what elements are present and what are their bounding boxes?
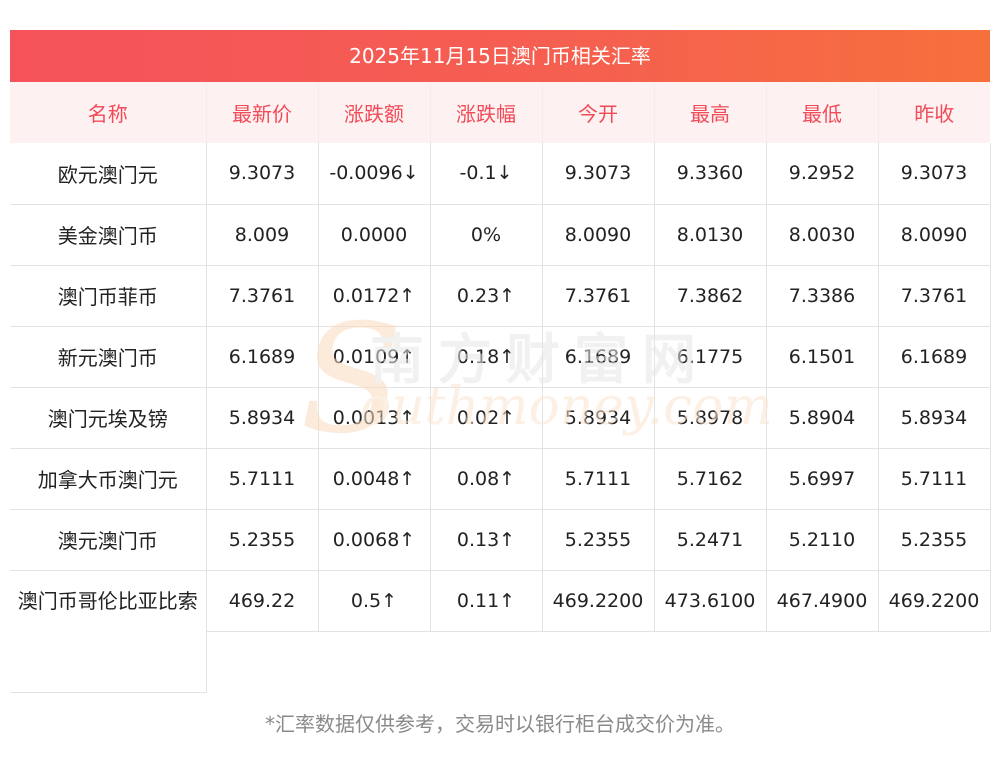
low-price: 5.6997 [766,448,879,510]
open-price: 5.7111 [542,448,655,510]
currency-pair-name: 澳门币菲币 [10,265,207,327]
prev-close: 5.2355 [878,509,991,571]
change-amount: 0.0000 [318,204,431,266]
rate-table: 名称 最新价 涨跌额 涨跌幅 今开 最高 最低 昨收 欧元澳门元 9.3073 -0… [10,82,991,693]
open-price: 9.3073 [542,143,655,205]
change-amount: 0.0172↑ [318,265,431,327]
table-row: 美金澳门币 8.009 0.0000 0% 8.0090 8.0130 8.0030 8.00… [10,204,991,266]
low-price: 467.4900 [766,570,879,632]
prev-close: 5.7111 [878,448,991,510]
table-row: 澳门币哥伦比亚比索 469.22 0.5↑ 0.11↑ 469.2200 473.6100… [10,570,991,693]
latest-price: 8.009 [206,204,319,266]
prev-close: 7.3761 [878,265,991,327]
low-price: 7.3386 [766,265,879,327]
change-pct: 0.11↑ [430,570,543,632]
page-title: 2025年11月15日澳门币相关汇率 [10,30,990,82]
change-pct: 0.02↑ [430,387,543,449]
latest-price: 5.7111 [206,448,319,510]
currency-pair-name: 新元澳门币 [10,326,207,388]
change-pct: 0.23↑ [430,265,543,327]
rate-table-page: 2025年11月15日澳门币相关汇率 名称 最新价 涨跌额 涨跌幅 今开 最高 … [0,0,1000,757]
header-low: 最低 [766,82,879,143]
prev-close: 6.1689 [878,326,991,388]
table-row: 澳门元埃及镑 5.8934 0.0013↑ 0.02↑ 5.8934 5.8978 5.89… [10,387,991,449]
open-price: 469.2200 [542,570,655,632]
open-price: 5.2355 [542,509,655,571]
header-open: 今开 [542,82,655,143]
latest-price: 469.22 [206,570,319,632]
header-latest: 最新价 [206,82,319,143]
low-price: 5.8904 [766,387,879,449]
latest-price: 9.3073 [206,143,319,205]
disclaimer-footnote: *汇率数据仅供参考，交易时以银行柜台成交价为准。 [265,712,735,736]
table-row: 澳门币菲币 7.3761 0.0172↑ 0.23↑ 7.3761 7.3862 7.338… [10,265,991,327]
high-price: 5.7162 [654,448,767,510]
high-price: 5.2471 [654,509,767,571]
header-high: 最高 [654,82,767,143]
latest-price: 5.2355 [206,509,319,571]
header-name: 名称 [10,82,207,143]
change-pct: 0.08↑ [430,448,543,510]
empty-cell [206,631,990,692]
high-price: 473.6100 [654,570,767,632]
currency-pair-name: 澳元澳门币 [10,509,207,571]
high-price: 7.3862 [654,265,767,327]
header-change-pct: 涨跌幅 [430,82,543,143]
table-row: 欧元澳门元 9.3073 -0.0096↓ -0.1↓ 9.3073 9.3360 9.29… [10,143,991,205]
open-price: 5.8934 [542,387,655,449]
table-row: 新元澳门币 6.1689 0.0109↑ 0.18↑ 6.1689 6.1775 6.150… [10,326,991,388]
table-row: 加拿大币澳门元 5.7111 0.0048↑ 0.08↑ 5.7111 5.7162 5.6… [10,448,991,510]
change-amount: 0.0048↑ [318,448,431,510]
change-amount: 0.0013↑ [318,387,431,449]
low-price: 8.0030 [766,204,879,266]
change-pct: 0.13↑ [430,509,543,571]
table-header-row: 名称 最新价 涨跌额 涨跌幅 今开 最高 最低 昨收 [10,82,990,143]
open-price: 8.0090 [542,204,655,266]
change-amount: -0.0096↓ [318,143,431,205]
high-price: 6.1775 [654,326,767,388]
low-price: 9.2952 [766,143,879,205]
change-amount: 0.0109↑ [318,326,431,388]
low-price: 6.1501 [766,326,879,388]
change-amount: 0.0068↑ [318,509,431,571]
change-pct: 0.18↑ [430,326,543,388]
table-row: 澳元澳门币 5.2355 0.0068↑ 0.13↑ 5.2355 5.2471 5.211… [10,509,991,571]
high-price: 5.8978 [654,387,767,449]
prev-close: 469.2200 [878,570,991,632]
prev-close: 9.3073 [878,143,991,205]
change-pct: -0.1↓ [430,143,543,205]
currency-pair-name: 欧元澳门元 [10,143,207,205]
prev-close: 5.8934 [878,387,991,449]
open-price: 7.3761 [542,265,655,327]
prev-close: 8.0090 [878,204,991,266]
latest-price: 7.3761 [206,265,319,327]
header-change: 涨跌额 [318,82,431,143]
currency-pair-name: 澳门币哥伦比亚比索 [10,570,207,693]
latest-price: 5.8934 [206,387,319,449]
change-amount: 0.5↑ [318,570,431,632]
high-price: 8.0130 [654,204,767,266]
currency-pair-name: 加拿大币澳门元 [10,448,207,510]
header-prev-close: 昨收 [878,82,990,143]
latest-price: 6.1689 [206,326,319,388]
high-price: 9.3360 [654,143,767,205]
open-price: 6.1689 [542,326,655,388]
change-pct: 0% [430,204,543,266]
low-price: 5.2110 [766,509,879,571]
currency-pair-name: 澳门元埃及镑 [10,387,207,449]
currency-pair-name: 美金澳门币 [10,204,207,266]
